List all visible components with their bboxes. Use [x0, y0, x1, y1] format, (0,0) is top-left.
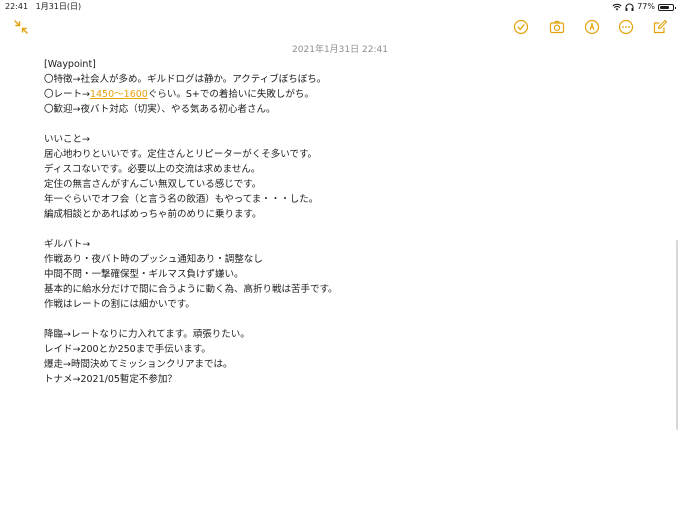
collapse-arrows-icon — [14, 20, 28, 34]
note-line: 〇特徴→社会人が多め。ギルドログは静か。アクティブぼちぼち。 — [44, 74, 327, 85]
battery-icon — [658, 3, 676, 11]
note-timestamp: 2021年1月31日 22:41 — [292, 45, 388, 55]
note-line: 作戦はレートの割には細かいです。 — [44, 299, 195, 310]
note-line: 年一ぐらいでオフ会（と言う名の飲酒）もやってま・・・した。 — [44, 194, 319, 205]
note-line: 降臨→レートなりに力入れてます。頑張りたい。 — [44, 329, 250, 340]
checklist-button[interactable] — [512, 18, 530, 36]
camera-button[interactable] — [548, 18, 566, 36]
note-line — [44, 222, 644, 237]
note-line: 作戦あり・夜バト時のプッシュ通知あり・調整なし — [44, 254, 263, 265]
status-right: 77% — [612, 0, 676, 14]
note-line — [44, 312, 644, 327]
note-line: レイド→200とか250まで手伝います。 — [44, 344, 211, 355]
note-line: 〇歓迎→夜バト対応（切実）、やる気ある初心者さん。 — [44, 104, 276, 115]
collapse-button[interactable] — [12, 18, 30, 36]
status-date: 1月31日(日) — [35, 2, 82, 11]
note-line: 編成相談とかあればめっちゃ前のめりに乗ります。 — [44, 209, 262, 220]
note-line: 定住の無言さんがすんごい無双している感じです。 — [44, 179, 262, 190]
note-line: 〇レート→1450～1600ぐらい。S+での着拾いに失敗しがち。 — [44, 87, 644, 102]
scroll-indicator[interactable] — [676, 240, 678, 430]
markup-button[interactable] — [583, 18, 601, 36]
headphones-icon — [625, 3, 634, 11]
note-line: ギルバト→ — [44, 239, 91, 250]
note-line: 中間不問・一撃確保型・ギルマス負けず嫌い。 — [44, 269, 244, 280]
status-bar: 22:41 1月31日(日) 77% — [0, 0, 680, 14]
compose-icon — [653, 19, 668, 34]
note-line: トナメ→2021/05暫定不参加？ — [44, 374, 177, 385]
note-line — [44, 117, 644, 132]
note-line: いいこと→ — [44, 134, 90, 145]
battery-percentage: 77% — [637, 2, 655, 11]
checklist-icon — [513, 19, 529, 35]
status-time: 22:41 — [5, 2, 29, 11]
note-line: 基本的に給水分だけで間に合うように動く為、高折り戦は苦手です。 — [44, 284, 338, 295]
note-line-text: ぐらい。S+での着拾いに失敗しがち。 — [147, 89, 314, 100]
status-left: 22:41 1月31日(日) — [5, 0, 86, 14]
note-line-text: 〇レート→ — [44, 89, 90, 100]
compose-button[interactable] — [651, 18, 669, 36]
wifi-icon — [612, 3, 622, 11]
camera-icon — [549, 20, 565, 34]
note-line: [Waypoint] — [44, 59, 96, 70]
battery-fill — [660, 5, 670, 9]
pen-markup-icon — [584, 19, 600, 35]
note-line: 居心地わりといいです。定住さんとリピーターがくそ多いです。 — [44, 149, 318, 160]
ellipsis-icon — [618, 19, 634, 35]
more-button[interactable] — [617, 18, 635, 36]
note-body[interactable]: [Waypoint] 〇特徴→社会人が多め。ギルドログは静か。アクティブぼちぼち。… — [44, 57, 644, 387]
note-line: 爆走→時間決めてミッションクリアまでは。 — [44, 359, 233, 370]
note-line: ディスコないです。必要以上の交流は求めません。 — [44, 164, 261, 175]
rate-link[interactable]: 1450～1600 — [90, 89, 148, 100]
